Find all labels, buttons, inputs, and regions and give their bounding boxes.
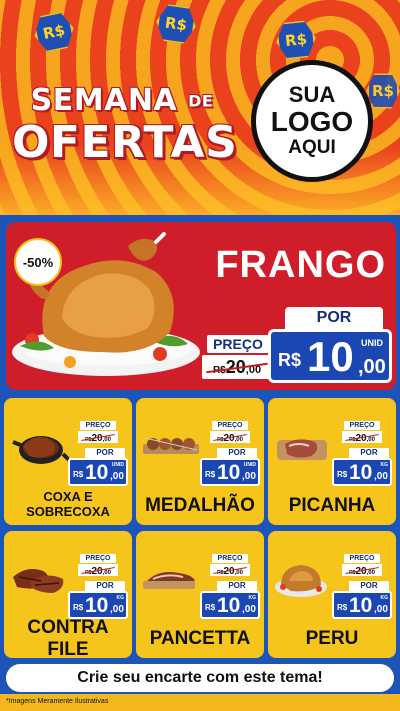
new-price: R$ 10,00 UNID xyxy=(68,458,128,486)
product-card-medalhao[interactable]: PREÇO R$20,00 POR R$ 10,00 UNID MEDALHÃO xyxy=(136,398,264,525)
cta-button[interactable]: Crie seu encarte com este tema! xyxy=(6,664,394,692)
logo-text-line3: AQUI xyxy=(288,137,336,158)
old-price-label: PREÇO xyxy=(207,335,269,353)
pancetta-image xyxy=(143,572,195,589)
coin-icon: R$ xyxy=(274,18,318,62)
product-name: COXA E SOBRECOXA xyxy=(26,489,110,519)
new-price: R$ 10,00 KG xyxy=(200,591,260,619)
old-price: R$20,00 xyxy=(210,431,250,444)
new-price-label: POR xyxy=(285,307,383,329)
coin-icon: R$ xyxy=(153,1,198,46)
new-price: R$ 10,00 UNID xyxy=(200,458,260,486)
product-card-peru[interactable]: PREÇO R$20,00 POR R$ 10,00 KG PERU xyxy=(268,531,396,658)
old-price: R$20,00 xyxy=(210,564,250,577)
contra-file-image xyxy=(13,569,64,593)
coin-icon: R$ xyxy=(366,73,400,109)
title-de: DE xyxy=(188,91,214,111)
new-price: R$ 10,00 KG xyxy=(68,591,128,619)
product-name: MEDALHÃO xyxy=(145,495,255,516)
product-card-contra-file[interactable]: PREÇO R$20,00 POR R$ 10,00 KG CONTRA FILE xyxy=(4,531,132,658)
old-price: R$20,00 xyxy=(78,431,118,444)
page-title: SEMANA DE OFERTAS xyxy=(12,83,238,168)
old-price: R$20,00 xyxy=(202,355,272,379)
peru-image xyxy=(275,565,327,597)
featured-product-card[interactable]: -50% FRANGO PREÇO R$20,00 POR R$ 10 ,00 … xyxy=(6,222,396,390)
new-price: R$ 10,00 KG xyxy=(332,591,392,619)
new-price: R$ 10,00 KG xyxy=(332,458,392,486)
product-card-coxa[interactable]: PREÇO R$20,00 POR R$ 10,00 UNID COXA E SOB… xyxy=(4,398,132,525)
product-name: PANCETTA xyxy=(149,628,251,649)
old-price: R$20,00 xyxy=(342,564,382,577)
featured-product-name: FRANGO xyxy=(215,244,386,286)
title-ofertas: OFERTAS xyxy=(12,116,238,168)
discount-badge: -50% xyxy=(14,238,62,286)
title-semana: SEMANA xyxy=(30,83,178,118)
picanha-image xyxy=(277,439,327,460)
old-price: R$20,00 xyxy=(78,564,118,577)
old-price: R$20,00 xyxy=(342,431,382,444)
logo-placeholder[interactable]: SUA LOGO AQUI xyxy=(251,60,373,182)
product-name: PERU xyxy=(305,628,359,649)
header-banner: R$ R$ R$ R$ SEMANA DE OFERTAS SUA LOGO A… xyxy=(0,0,400,215)
product-card-picanha[interactable]: PREÇO R$20,00 POR R$ 10,00 KG PICANHA xyxy=(268,398,396,525)
medalhao-image xyxy=(143,437,199,454)
product-card-pancetta[interactable]: PREÇO R$20,00 POR R$ 10,00 KG PANCETTA xyxy=(136,531,264,658)
product-name: PICANHA xyxy=(288,495,376,516)
coin-icon: R$ xyxy=(30,8,77,55)
logo-text-line1: SUA xyxy=(288,82,336,107)
new-price: R$ 10 ,00 UNID xyxy=(268,329,392,383)
logo-text-line2: LOGO xyxy=(270,106,354,137)
coxa-image xyxy=(12,436,69,464)
footer-disclaimer: *Imagens Meramente Ilustrativas xyxy=(6,698,109,705)
product-name: CONTRA FILE xyxy=(27,617,109,658)
